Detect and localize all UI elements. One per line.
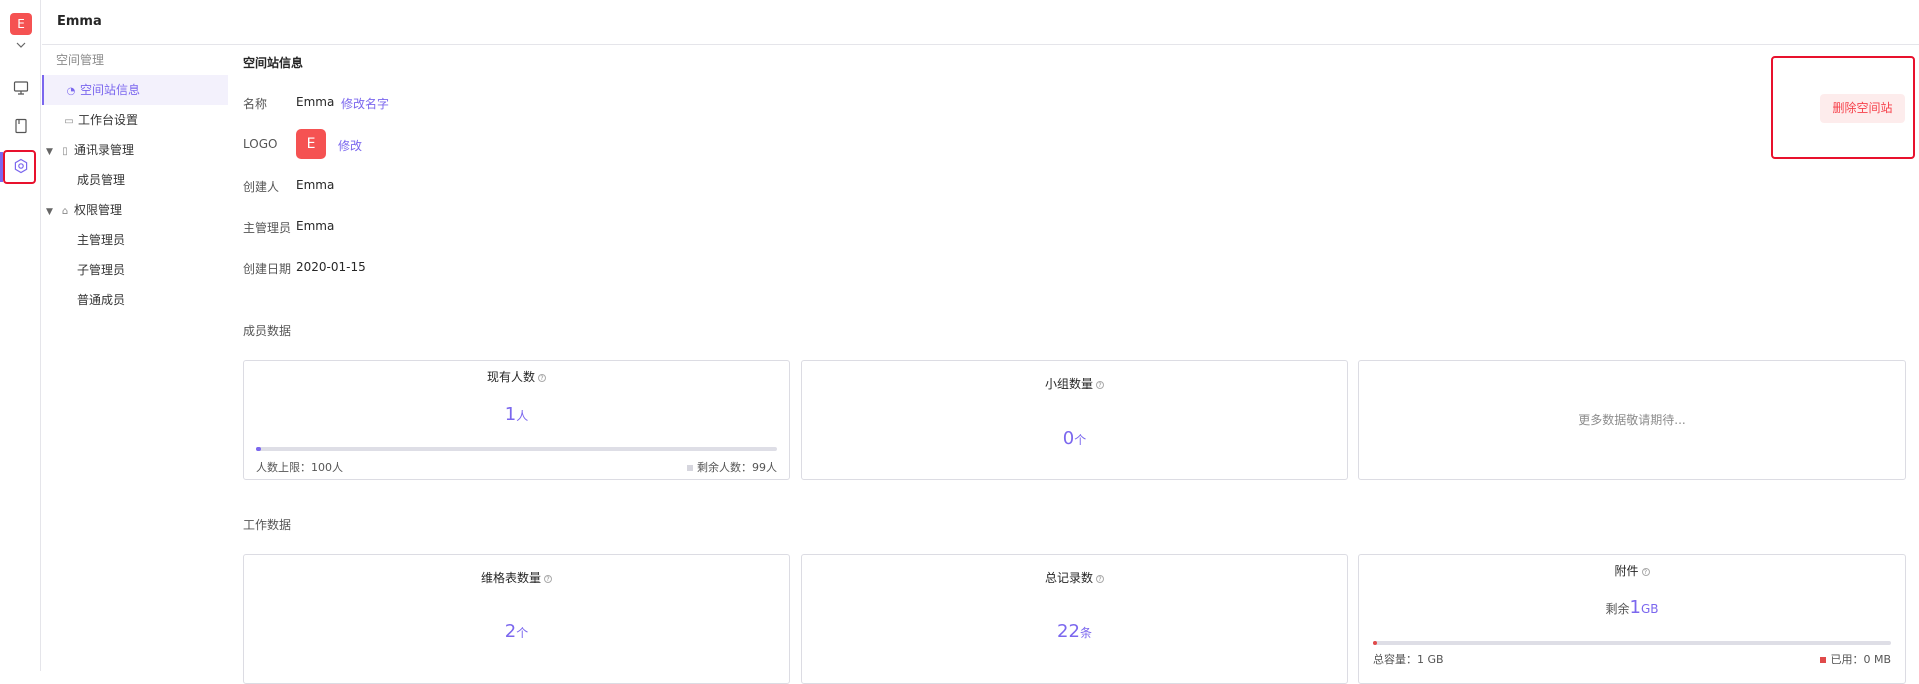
sidebar-item-label: 主管理员 <box>77 233 126 247</box>
card-title: 现有人数? <box>244 368 789 385</box>
left-rail: E <box>0 0 41 671</box>
help-icon[interactable]: ? <box>1096 380 1104 389</box>
main-admin-label: 主管理员 <box>243 221 292 235</box>
top-header: Emma <box>42 0 1919 45</box>
name-value: Emma <box>296 95 335 109</box>
rename-link[interactable]: 修改名字 <box>341 95 389 112</box>
space-logo: E <box>296 129 326 159</box>
sidebar-item-members[interactable]: 成员管理 <box>42 165 228 195</box>
card-title: 小组数量? <box>802 375 1347 392</box>
sidebar-item-workbench[interactable]: ▭ 工作台设置 <box>42 105 228 135</box>
monitor-icon[interactable] <box>10 77 32 99</box>
card-title: 维格表数量? <box>244 569 789 586</box>
chevron-down-icon[interactable] <box>16 42 26 48</box>
sheets-count: 2个 <box>504 621 529 642</box>
sidebar-item-label: 空间站信息 <box>80 83 141 97</box>
settings-icon[interactable] <box>10 155 32 177</box>
attachments-progress-fill <box>1373 641 1378 645</box>
groups-count: 0个 <box>1062 428 1087 449</box>
help-icon[interactable]: ? <box>1641 567 1650 576</box>
help-icon[interactable]: ? <box>1096 574 1104 583</box>
sidebar-item-contacts[interactable]: ▼ ▯ 通讯录管理 <box>42 135 228 165</box>
sidebar-item-label: 成员管理 <box>77 173 126 187</box>
sidebar-item-label: 工作台设置 <box>78 113 139 127</box>
attachments-total: 总容量：1 GB <box>1373 653 1444 666</box>
attachments-remaining: 剩余1GB <box>1605 597 1659 618</box>
members-card: 现有人数? 1人 人数上限：100人 剩余人数：99人 <box>243 360 790 480</box>
delete-space-button[interactable]: 删除空间站 <box>1820 94 1905 123</box>
card-title: 总记录数? <box>802 569 1347 586</box>
creator-value: Emma <box>296 178 335 192</box>
expand-triangle-icon[interactable]: ▼ <box>46 197 58 227</box>
sidebar-item-label: 权限管理 <box>74 203 123 217</box>
contacts-icon: ▯ <box>62 146 68 157</box>
members-progress-fill <box>256 447 262 451</box>
section-title-work-data: 工作数据 <box>243 518 292 532</box>
groups-card: 小组数量? 0个 <box>801 360 1348 480</box>
members-progress-bar <box>256 447 777 451</box>
logo-label: LOGO <box>243 137 278 151</box>
members-count: 1人 <box>504 404 529 425</box>
attachments-progress-bar <box>1373 641 1891 645</box>
sidebar-item-main-admin[interactable]: 主管理员 <box>42 225 228 255</box>
sidebar-item-label: 普通成员 <box>77 293 126 307</box>
sidebar-item-space-info[interactable]: ◔ 空间站信息 <box>42 75 228 105</box>
attachments-card: 附件? 剩余1GB 总容量：1 GB 已用：0 MB <box>1358 554 1906 684</box>
name-label: 名称 <box>243 97 268 111</box>
main-admin-value: Emma <box>296 219 335 233</box>
more-data-card: 更多数据敬请期待... <box>1358 360 1906 480</box>
more-data-placeholder: 更多数据敬请期待... <box>1578 413 1686 427</box>
created-date-value: 2020-01-15 <box>296 260 366 274</box>
space-icon: ◔ <box>66 86 76 97</box>
permission-icon: ⌂ <box>61 206 69 217</box>
sidebar-item-label: 通讯录管理 <box>74 143 135 157</box>
records-count: 22条 <box>1057 621 1092 642</box>
sidebar-item-label: 子管理员 <box>77 263 126 277</box>
settings-sidebar: 空间管理 ◔ 空间站信息 ▭ 工作台设置 ▼ ▯ 通讯录管理 成员管理 ▼ ⌂ 权限管理 主… <box>42 46 228 671</box>
created-date-label: 创建日期 <box>243 262 292 276</box>
sidebar-group-title: 空间管理 <box>56 53 105 67</box>
sidebar-item-sub-admin[interactable]: 子管理员 <box>42 255 228 285</box>
section-title-member-data: 成员数据 <box>243 324 292 338</box>
members-remaining: 剩余人数：99人 <box>687 459 777 475</box>
legend-square-icon <box>687 465 693 471</box>
workbench-icon: ▭ <box>64 116 74 127</box>
records-card: 总记录数? 22条 <box>801 554 1348 684</box>
members-limit: 人数上限：100人 <box>256 461 343 474</box>
attachments-used: 已用：0 MB <box>1820 651 1891 667</box>
help-icon[interactable]: ? <box>538 373 546 382</box>
section-title-space-info: 空间站信息 <box>243 56 304 70</box>
edit-logo-link[interactable]: 修改 <box>338 137 362 154</box>
sidebar-item-permissions[interactable]: ▼ ⌂ 权限管理 <box>42 195 228 225</box>
space-avatar[interactable]: E <box>10 13 32 35</box>
creator-label: 创建人 <box>243 180 280 194</box>
expand-triangle-icon[interactable]: ▼ <box>46 137 58 167</box>
book-icon[interactable] <box>10 115 32 137</box>
legend-square-icon <box>1820 657 1827 663</box>
card-title: 附件? <box>1359 562 1905 579</box>
space-name: Emma <box>57 14 102 29</box>
sheets-card: 维格表数量? 2个 <box>243 554 790 684</box>
sidebar-item-regular-members[interactable]: 普通成员 <box>42 285 228 315</box>
help-icon[interactable]: ? <box>544 574 552 583</box>
